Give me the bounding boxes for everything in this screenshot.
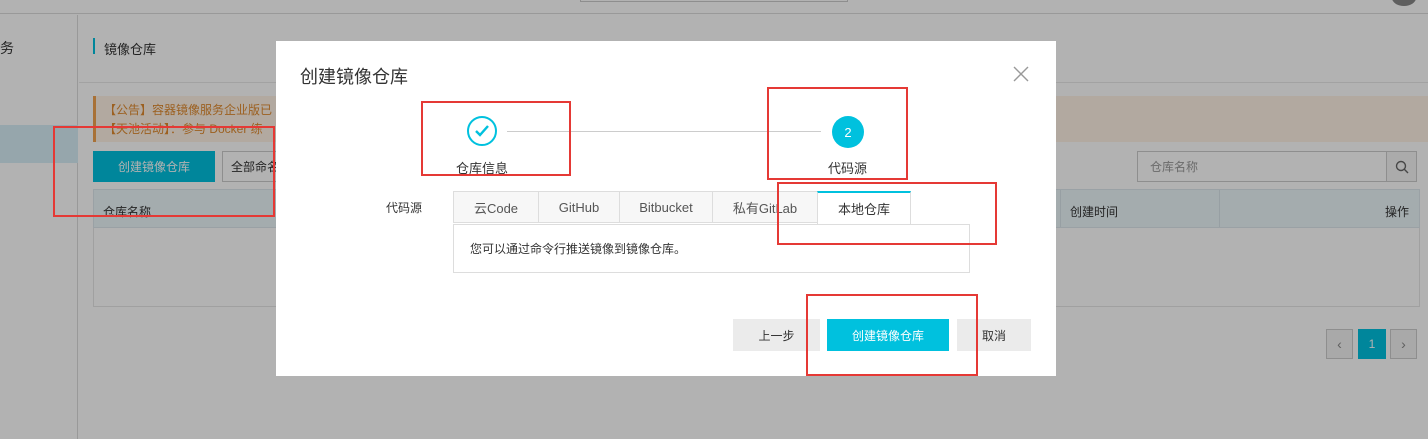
- close-icon: [1013, 66, 1029, 82]
- tab-github[interactable]: GitHub: [538, 191, 619, 223]
- tab-yuncode[interactable]: 云Code: [453, 191, 538, 223]
- tab-bitbucket[interactable]: Bitbucket: [619, 191, 712, 223]
- highlight-box: [767, 87, 908, 180]
- highlight-box: [806, 294, 978, 376]
- highlight-box: [421, 101, 571, 176]
- highlight-box: [53, 126, 275, 217]
- highlight-box: [777, 182, 997, 245]
- dialog-title: 创建镜像仓库: [300, 67, 408, 87]
- close-button[interactable]: [1010, 63, 1032, 85]
- code-source-label: 代码源: [386, 201, 423, 215]
